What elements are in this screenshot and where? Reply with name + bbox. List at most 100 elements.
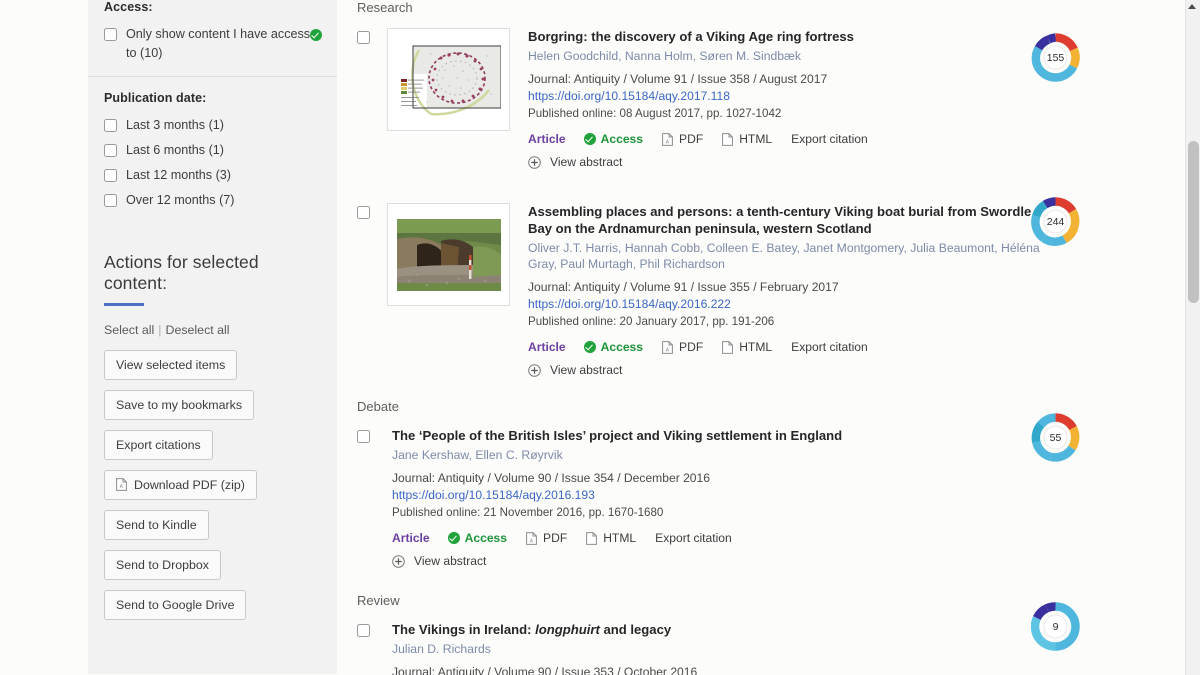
result-title-suffix: and legacy (599, 622, 672, 637)
view-abstract-toggle[interactable]: View abstract (528, 155, 1047, 169)
pdf-icon: A (116, 478, 127, 491)
result-journal-meta: Journal: Antiquity / Volume 90 / Issue 3… (392, 471, 710, 485)
pdf-link[interactable]: A PDF (526, 531, 567, 545)
export-citation-link[interactable]: Export citation (791, 340, 868, 354)
send-to-google-drive-button[interactable]: Send to Google Drive (104, 589, 247, 620)
view-abstract-toggle[interactable]: View abstract (528, 363, 1047, 377)
access-label: Access (464, 531, 508, 545)
pubdate-checkbox-over-12-months[interactable] (104, 194, 117, 207)
pubdate-option-last-6-months[interactable]: Last 6 months (1) (104, 141, 321, 160)
result-select-checkbox[interactable] (357, 430, 370, 443)
result-authors[interactable]: Jane Kershaw, Ellen C. Røyrvik (392, 447, 1047, 463)
access-status-badge: Access (583, 132, 644, 146)
export-citation-link[interactable]: Export citation (791, 132, 868, 146)
result-authors[interactable]: Julian D. Richards (392, 641, 1047, 657)
plus-circle-icon (528, 363, 541, 377)
result-item: Assembling places and persons: a tenth-c… (357, 203, 1057, 377)
html-link[interactable]: HTML (586, 531, 636, 545)
result-title[interactable]: The Vikings in Ireland: longphuirt and l… (392, 621, 1047, 638)
altmetric-score: 55 (1049, 431, 1062, 444)
html-link[interactable]: HTML (722, 340, 772, 354)
altmetric-badge[interactable]: 155 (1031, 33, 1080, 82)
access-label: Access (600, 132, 644, 146)
access-label: Access (600, 340, 644, 354)
result-title-prefix: The Vikings in Ireland: (392, 622, 536, 637)
pubdate-option-last-3-months[interactable]: Last 3 months (1) (104, 116, 321, 135)
html-link[interactable]: HTML (722, 132, 772, 146)
article-type-label[interactable]: Article (528, 340, 566, 354)
result-select-checkbox[interactable] (357, 624, 370, 637)
select-all-link[interactable]: Select all (104, 323, 154, 337)
html-document-icon (722, 340, 734, 354)
pdf-label: PDF (679, 132, 704, 146)
pubdate-checkbox-last-12-months[interactable] (104, 169, 117, 182)
deselect-all-link[interactable]: Deselect all (166, 323, 230, 337)
pubdate-option-over-12-months[interactable]: Over 12 months (7) (104, 191, 321, 210)
select-separator: | (158, 322, 162, 337)
access-available-icon (310, 27, 322, 46)
result-doi-link[interactable]: https://doi.org/10.15184/aqy.2016.222 (528, 296, 1047, 313)
result-title[interactable]: Assembling places and persons: a tenth-c… (528, 203, 1047, 237)
save-to-bookmarks-button[interactable]: Save to my bookmarks (104, 389, 255, 420)
pubdate-label-last-6-months: Last 6 months (1) (126, 143, 224, 157)
view-abstract-toggle[interactable]: View abstract (392, 554, 1047, 568)
result-thumbnail[interactable] (387, 28, 510, 131)
pdf-link[interactable]: A PDF (662, 340, 703, 354)
altmetric-badge[interactable]: 9 (1031, 602, 1080, 651)
pdf-label: PDF (679, 340, 704, 354)
result-item: The Vikings in Ireland: longphuirt and l… (357, 621, 1057, 675)
download-pdf-zip-button[interactable]: A Download PDF (zip) (104, 469, 257, 500)
view-abstract-label: View abstract (550, 363, 623, 377)
scrollbar-thumb[interactable] (1188, 141, 1199, 303)
result-authors[interactable]: Helen Goodchild, Nanna Holm, Søren M. Si… (528, 48, 1047, 64)
access-facet: Access: Only show content I have access … (88, 0, 337, 77)
pdf-link[interactable]: A PDF (662, 132, 703, 146)
send-to-dropbox-button[interactable]: Send to Dropbox (104, 549, 221, 580)
page-scrollbar[interactable] (1185, 0, 1200, 675)
pdf-icon: A (662, 132, 673, 146)
access-facet-option[interactable]: Only show content I have access to (10) (104, 25, 322, 63)
download-pdf-zip-label: Download PDF (zip) (134, 477, 245, 492)
pubdate-option-last-12-months[interactable]: Last 12 months (3) (104, 166, 321, 185)
altmetric-badge[interactable]: 55 (1031, 413, 1080, 462)
publication-date-heading: Publication date: (104, 91, 207, 105)
pubdate-label-over-12-months: Over 12 months (7) (126, 193, 235, 207)
result-authors[interactable]: Oliver J.T. Harris, Hannah Cobb, Colleen… (528, 240, 1047, 272)
article-type-label[interactable]: Article (528, 132, 566, 146)
result-title[interactable]: Borgring: the discovery of a Viking Age … (528, 28, 1047, 45)
export-citations-button[interactable]: Export citations (104, 429, 213, 460)
send-to-kindle-button[interactable]: Send to Kindle (104, 509, 209, 540)
result-select-checkbox[interactable] (357, 206, 370, 219)
article-type-label[interactable]: Article (392, 531, 430, 545)
plus-circle-icon (392, 554, 405, 568)
view-selected-items-button[interactable]: View selected items (104, 349, 238, 380)
result-doi-link[interactable]: https://doi.org/10.15184/aqy.2016.193 (392, 487, 1047, 504)
svg-text:A: A (530, 538, 534, 544)
section-heading-review: Review (357, 593, 400, 608)
actions-title-underline (104, 303, 144, 306)
pubdate-checkbox-last-3-months[interactable] (104, 119, 117, 132)
results-section-debate: Debate The ‘People of the British Isles’… (357, 399, 1057, 568)
result-actions: Article Access A PDF HTML Export citatio… (528, 132, 1047, 146)
access-status-badge: Access (583, 340, 644, 354)
pdf-icon: A (662, 340, 673, 354)
result-select-checkbox[interactable] (357, 31, 370, 44)
result-doi-link[interactable]: https://doi.org/10.15184/aqy.2017.118 (528, 88, 1047, 105)
pubdate-label-last-3-months: Last 3 months (1) (126, 118, 224, 132)
result-item: Borgring: the discovery of a Viking Age … (357, 28, 1057, 169)
result-thumbnail[interactable] (387, 203, 510, 306)
scroll-up-arrow-icon[interactable] (1188, 4, 1196, 9)
access-status-badge: Access (447, 531, 508, 545)
altmetric-badge[interactable]: 244 (1031, 197, 1080, 246)
publication-date-facet: Publication date: Last 3 months (1) Last… (104, 77, 321, 210)
svg-text:A: A (666, 139, 670, 145)
html-label: HTML (603, 531, 637, 545)
html-label: HTML (739, 132, 773, 146)
export-citation-link[interactable]: Export citation (655, 531, 732, 545)
access-facet-heading: Access: (104, 0, 153, 14)
actions-panel: Actions for selected content: Select all… (104, 216, 321, 630)
access-only-checkbox[interactable] (104, 28, 117, 41)
result-title[interactable]: The ‘People of the British Isles’ projec… (392, 427, 1047, 444)
pubdate-checkbox-last-6-months[interactable] (104, 144, 117, 157)
pdf-label: PDF (543, 531, 568, 545)
